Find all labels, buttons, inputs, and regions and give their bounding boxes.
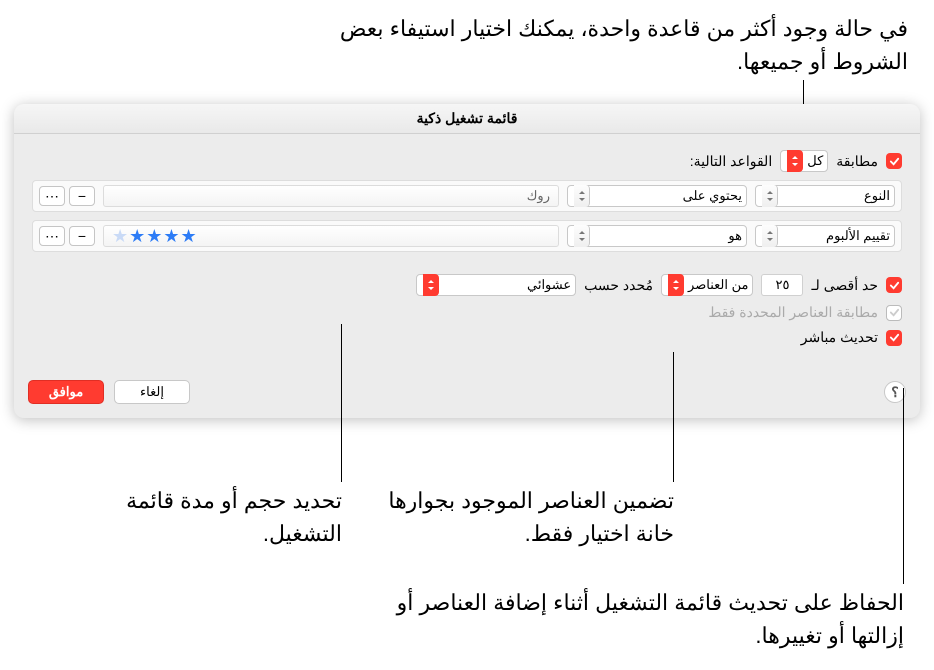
selected-by-label: مُحدد حسب [584,277,653,294]
match-label-pre: مطابقة [836,153,878,170]
rule-field-select[interactable]: النوع [755,185,895,207]
match-row: مطابقة كل القواعد التالية: [32,150,902,172]
remove-rule-button[interactable]: − [69,186,95,206]
select-arrows-icon [574,185,590,207]
remove-rule-button[interactable]: − [69,226,95,246]
help-icon: ؟ [891,384,898,401]
limit-unit-value: من العناصر [684,277,752,293]
rule-field-value: النوع [860,188,894,204]
callout-top-text: في حالة وجود أكثر من قاعدة واحدة، يمكنك … [340,16,908,74]
rule-buttons: − ⋯ [39,226,95,246]
checked-only-label: مطابقة العناصر المحددة فقط [708,304,878,321]
limit-number-input[interactable]: ٢٥ [761,274,803,296]
select-arrows-icon [574,225,590,247]
callout-size-duration: تحديد حجم أو مدة قائمة التشغيل. [112,484,342,550]
match-label-post: القواعد التالية: [690,153,772,170]
dialog-footer: ؟ إلغاء موافق [14,370,920,418]
check-icon [889,307,900,318]
rule-field-select[interactable]: تقييم الألبوم [755,225,895,247]
check-icon [889,332,900,343]
callout-checked-only: تضمين العناصر الموجود بجوارها خانة اختيا… [374,484,674,550]
limit-unit-select[interactable]: من العناصر [661,274,753,296]
rule-row-1: النوع يحتوي على روك − ⋯ [32,180,902,212]
live-update-row: تحديث مباشر [32,329,902,346]
callout-live-text: الحفاظ على تحديث قائمة التشغيل أثناء إضا… [397,590,904,648]
select-arrows-icon [762,185,778,207]
rule-buttons: − ⋯ [39,186,95,206]
selected-by-select[interactable]: عشوائي [416,274,576,296]
select-arrows-icon [787,150,803,172]
match-mode-value: كل [803,153,827,169]
limit-label: حد أقصى لـ [811,277,878,294]
rule-op-value: يحتوي على [679,188,746,204]
dialog-content: مطابقة كل القواعد التالية: النوع يحتوي ع… [14,134,920,370]
checked-only-row: مطابقة العناصر المحددة فقط [32,304,902,321]
dialog-title: قائمة تشغيل ذكية [14,104,920,134]
live-update-checkbox[interactable] [886,330,902,346]
rule-op-value: هو [724,228,746,244]
more-rule-button[interactable]: ⋯ [39,186,65,206]
rule-field-value: تقييم الألبوم [822,228,894,244]
smart-playlist-dialog: قائمة تشغيل ذكية مطابقة كل القواعد التال… [14,104,920,418]
cancel-button[interactable]: إلغاء [114,380,190,404]
check-icon [889,156,900,167]
select-arrows-icon [762,225,778,247]
live-update-label: تحديث مباشر [801,329,878,346]
limit-row: حد أقصى لـ ٢٥ من العناصر مُحدد حسب عشوائ… [32,274,902,296]
more-rule-button[interactable]: ⋯ [39,226,65,246]
limit-checkbox[interactable] [886,277,902,293]
rule-value-input[interactable]: روك [103,185,559,207]
callout-line-size [341,324,342,482]
rule-row-2: تقييم الألبوم هو ★★★★★ − ⋯ [32,220,902,252]
match-checkbox[interactable] [886,153,902,169]
star-rating: ★★★★★ [112,226,198,247]
callout-live-update: الحفاظ على تحديث قائمة التشغيل أثناء إضا… [384,586,904,652]
callout-top: في حالة وجود أكثر من قاعدة واحدة، يمكنك … [288,12,908,78]
callout-line-live [903,388,904,584]
ok-button[interactable]: موافق [28,380,104,404]
check-icon [889,280,900,291]
rule-op-select[interactable]: هو [567,225,747,247]
callout-line-checked [673,352,674,482]
match-mode-select[interactable]: كل [780,150,828,172]
callout-size-text: تحديد حجم أو مدة قائمة التشغيل. [126,488,342,546]
checked-only-checkbox [886,305,902,321]
select-arrows-icon [668,274,684,296]
selected-by-value: عشوائي [523,277,575,293]
rule-op-select[interactable]: يحتوي على [567,185,747,207]
callout-checked-text: تضمين العناصر الموجود بجوارها خانة اختيا… [388,488,674,546]
rule-value-stars[interactable]: ★★★★★ [103,225,559,247]
select-arrows-icon [423,274,439,296]
